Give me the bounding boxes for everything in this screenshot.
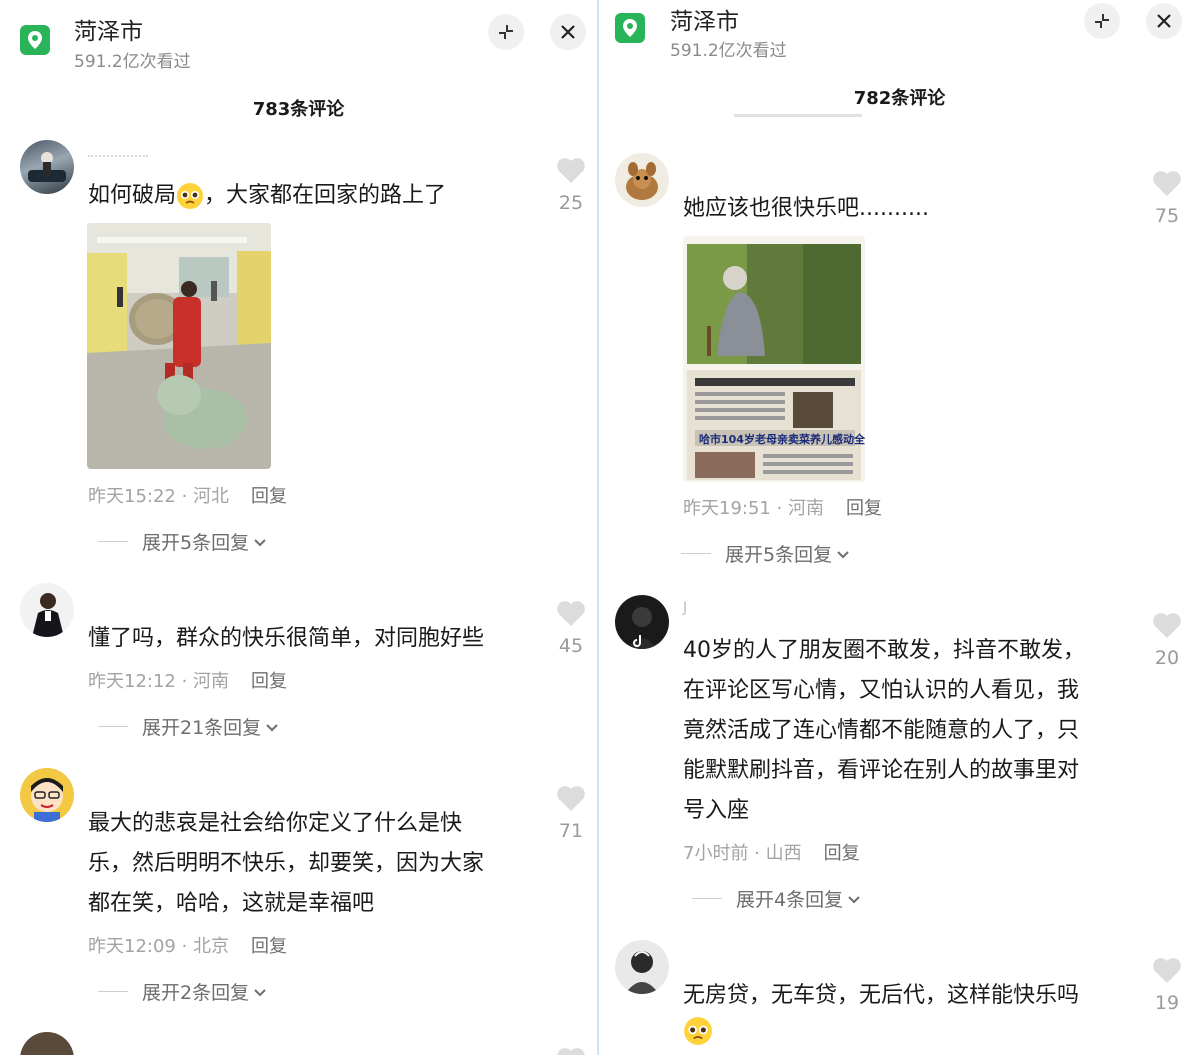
expand-replies-label: 展开4条回复: [736, 889, 844, 911]
right-comment-panel: 菏泽市 591.2亿次看过 782条评论 她应该也很快乐吧..........: [599, 0, 1200, 1055]
expand-replies-label: 展开5条回复: [725, 544, 833, 566]
comment-line: 都在笑，哈哈，这就是幸福吧: [88, 891, 375, 916]
expand-replies-button[interactable]: 展开5条回复: [98, 528, 267, 555]
expand-replies-label: 展开5条回复: [142, 532, 250, 554]
expand-replies-label: 展开2条回复: [142, 982, 250, 1004]
comment-line: 乐，然后明明不快乐，却要笑，因为大家: [88, 851, 485, 876]
username-blurred: [88, 155, 148, 161]
comment-time-location: 昨天19:51 · 河南: [683, 498, 825, 519]
reply-button[interactable]: 回复: [846, 498, 882, 519]
comment-meta: 昨天12:12 · 河南 回复: [88, 667, 287, 693]
reply-button[interactable]: 回复: [251, 936, 287, 957]
close-button[interactable]: [550, 14, 586, 50]
comment-image-newspaper[interactable]: 哈市104岁老母亲卖菜养儿感动全国: [683, 236, 865, 482]
comment-line: 能默默刷抖音，看评论在别人的故事里对: [683, 758, 1080, 783]
scrolled-text-remnant: [734, 114, 862, 123]
comment-text: 最大的悲哀是社会给你定义了什么是快 乐，然后明明不快乐，却要笑，因为大家 都在笑…: [88, 804, 484, 924]
pleading-face-emoji: [176, 182, 204, 210]
pleading-face-emoji: [683, 1016, 713, 1046]
like-count: 75: [1154, 205, 1180, 227]
comment-meta: 昨天15:22 · 河北 回复: [88, 482, 287, 508]
comment-meta: 昨天12:09 · 北京 回复: [88, 932, 287, 958]
left-comment-panel: 菏泽市 591.2亿次看过 783条评论 如何破局 ，大家都在回家的路上了 昨天…: [0, 0, 597, 1055]
like-count: 71: [558, 820, 584, 842]
location-title[interactable]: 菏泽市: [670, 2, 739, 36]
comment-time-location: 昨天12:09 · 北京: [88, 936, 230, 957]
chevron-down-icon: [253, 981, 267, 1003]
comment-text: 她应该也很快乐吧..........: [683, 196, 929, 221]
comment-image-station[interactable]: [87, 223, 271, 469]
like-count: 20: [1154, 647, 1180, 669]
expand-replies-button[interactable]: 展开21条回复: [98, 713, 279, 740]
comment-line: 40岁的人了朋友圈不敢发，抖音不敢发，: [683, 638, 1085, 663]
heart-icon[interactable]: [556, 156, 586, 184]
comment-meta: 昨天19:51 · 河南 回复: [683, 494, 882, 520]
avatar[interactable]: [20, 1032, 74, 1055]
comment-text-part: 如何破局: [88, 183, 177, 208]
comment-time-location: 昨天15:22 · 河北: [88, 486, 230, 507]
heart-icon[interactable]: [1152, 169, 1182, 197]
comment-text: 无房贷，无车贷，无后代，这样能快乐吗: [683, 983, 1080, 1008]
expand-replies-button[interactable]: 展开5条回复: [681, 540, 850, 567]
avatar[interactable]: [615, 153, 669, 207]
location-title[interactable]: 菏泽市: [74, 12, 143, 46]
chevron-down-icon: [265, 716, 279, 738]
like-count: 19: [1154, 992, 1180, 1014]
chevron-down-icon: [847, 888, 861, 910]
like-count: 25: [558, 192, 584, 214]
close-button[interactable]: [1146, 3, 1182, 39]
minimize-icon: [499, 25, 513, 39]
comment-time-location: 昨天12:12 · 河南: [88, 671, 230, 692]
avatar[interactable]: [615, 595, 669, 649]
avatar[interactable]: [615, 940, 669, 994]
avatar[interactable]: [20, 583, 74, 637]
minimize-icon: [1095, 14, 1109, 28]
reply-button[interactable]: 回复: [251, 486, 287, 507]
comment-line: 号入座: [683, 798, 750, 823]
location-pin-icon: [20, 25, 50, 55]
comment-time-location: 7小时前 · 山西: [683, 843, 802, 864]
heart-icon[interactable]: [556, 599, 586, 627]
comment-count-title: 783条评论: [252, 99, 345, 120]
heart-icon[interactable]: [556, 784, 586, 812]
minimize-button[interactable]: [1084, 3, 1120, 39]
comment-line: 在评论区写心情，又怕认识的人看见，我: [683, 678, 1080, 703]
location-views: 591.2亿次看过: [74, 52, 191, 72]
chevron-down-icon: [253, 531, 267, 553]
reply-button[interactable]: 回复: [251, 671, 287, 692]
comment-text-part: ，大家都在回家的路上了: [204, 183, 447, 208]
minimize-button[interactable]: [488, 14, 524, 50]
comment-line: 最大的悲哀是社会给你定义了什么是快: [88, 811, 463, 836]
comment-meta: 7小时前 · 山西 回复: [683, 839, 860, 865]
expand-replies-button[interactable]: 展开2条回复: [98, 978, 267, 1005]
heart-icon[interactable]: [1152, 956, 1182, 984]
location-pin-icon: [615, 13, 645, 43]
username[interactable]: J: [683, 600, 687, 616]
newspaper-headline: 哈市104岁老母亲卖菜养儿感动全国: [699, 432, 865, 446]
chevron-down-icon: [836, 543, 850, 565]
comment-text: 懂了吗，群众的快乐很简单，对同胞好些: [88, 626, 485, 651]
comment-text: 如何破局 ，大家都在回家的路上了: [88, 176, 446, 216]
avatar[interactable]: [20, 140, 74, 194]
close-icon: [561, 25, 575, 39]
heart-icon[interactable]: [556, 1046, 586, 1055]
like-count: 45: [558, 635, 584, 657]
close-icon: [1157, 14, 1171, 28]
comment-text: 40岁的人了朋友圈不敢发，抖音不敢发， 在评论区写心情，又怕认识的人看见，我 竟…: [683, 631, 1085, 831]
expand-replies-button[interactable]: 展开4条回复: [692, 885, 861, 912]
comment-line: 竟然活成了连心情都不能随意的人了，只: [683, 718, 1080, 743]
heart-icon[interactable]: [1152, 611, 1182, 639]
reply-button[interactable]: 回复: [824, 843, 860, 864]
avatar[interactable]: [20, 768, 74, 822]
comment-count-title: 782条评论: [853, 88, 946, 109]
expand-replies-label: 展开21条回复: [142, 717, 262, 739]
location-views: 591.2亿次看过: [670, 41, 787, 61]
